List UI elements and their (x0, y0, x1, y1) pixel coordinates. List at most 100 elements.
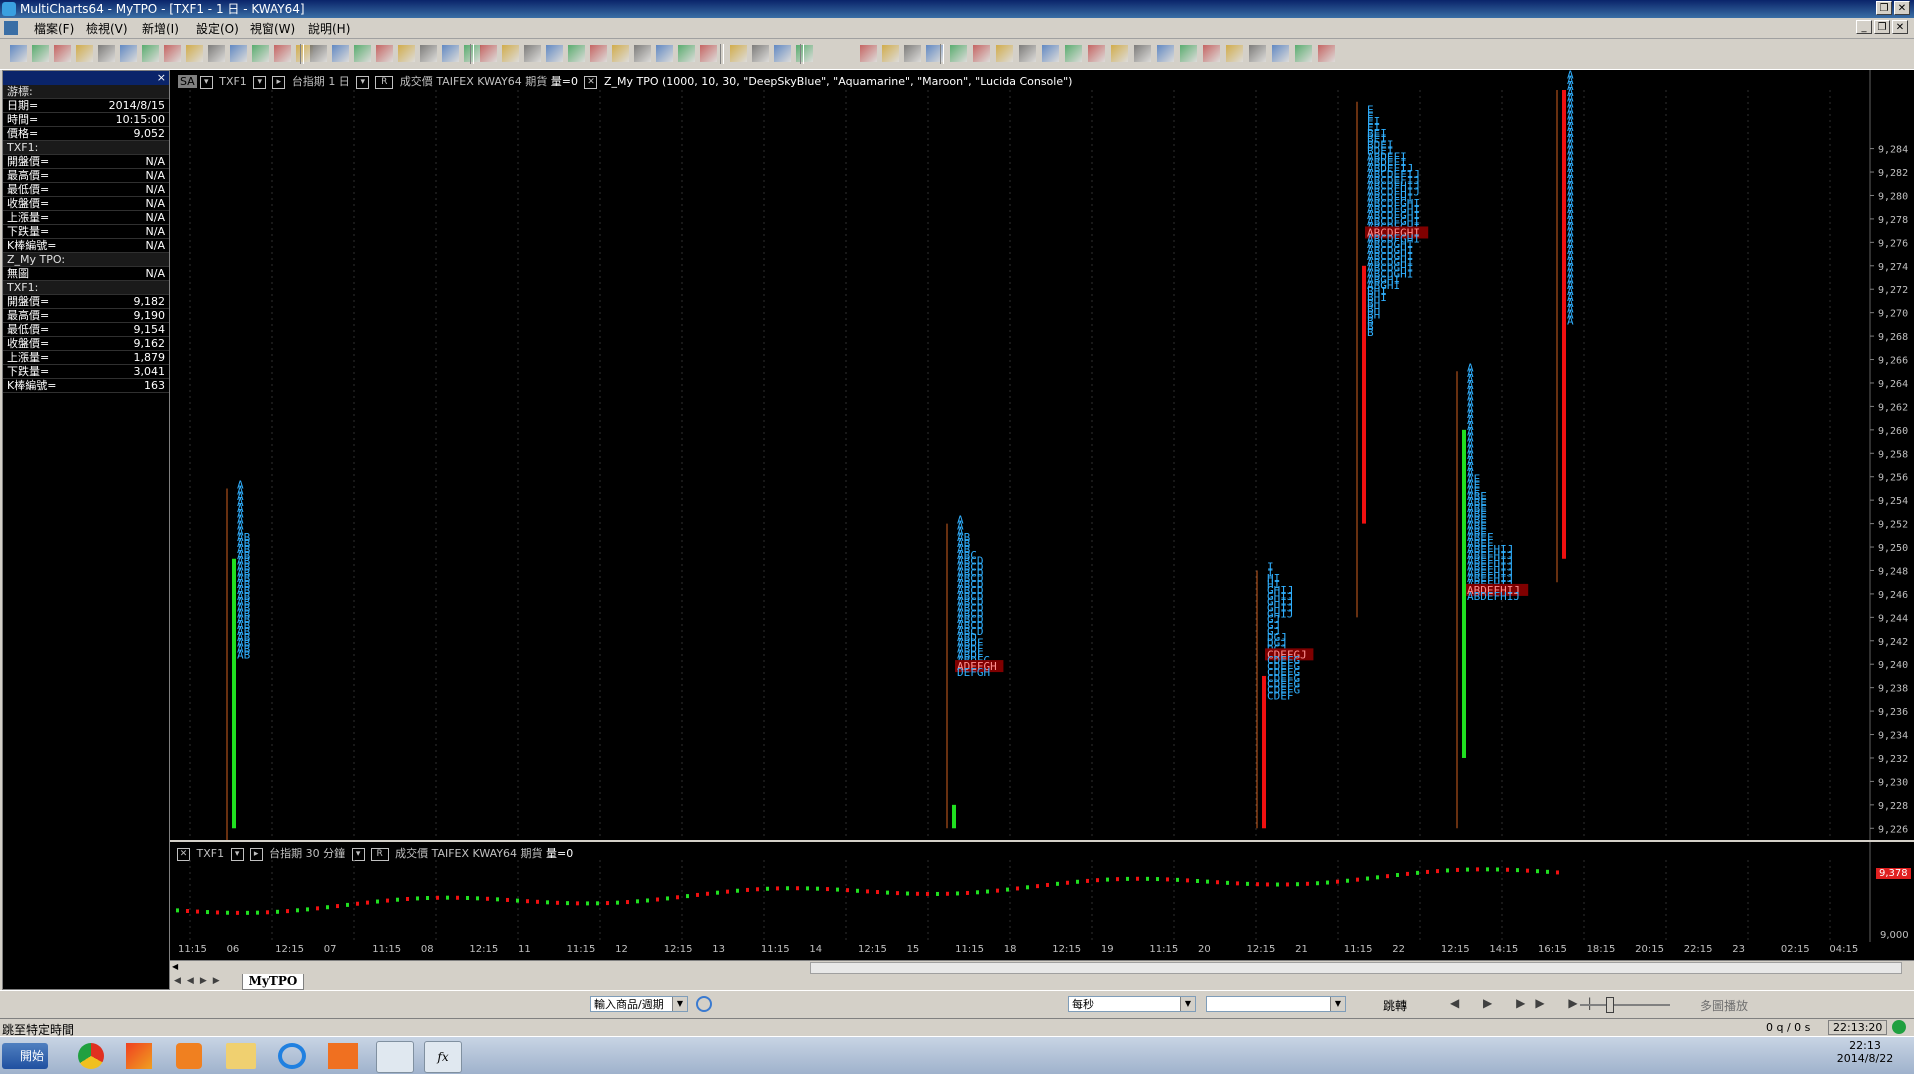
menu-settings[interactable]: 設定(O) (194, 20, 241, 37)
toolbar-button-icon[interactable] (678, 45, 695, 62)
date-combo[interactable]: ▼ (1206, 996, 1346, 1012)
toolbar-button-icon[interactable] (10, 45, 27, 62)
toolbar-button-icon[interactable] (860, 45, 877, 62)
toolbar-button-icon[interactable] (752, 45, 769, 62)
toolbar-button-icon[interactable] (1318, 45, 1335, 62)
toolbar-button-icon[interactable] (354, 45, 371, 62)
window-title: MultiCharts64 - MyTPO - [TXF1 - 1 日 - KW… (20, 2, 305, 16)
toolbar-button-icon[interactable] (996, 45, 1013, 62)
toolbar-button-icon[interactable] (590, 45, 607, 62)
toolbar-button-icon[interactable] (480, 45, 497, 62)
close-icon[interactable]: × (157, 71, 166, 84)
toolbar-button-icon[interactable] (164, 45, 181, 62)
toolbar-button-icon[interactable] (546, 45, 563, 62)
speed-slider[interactable] (1580, 1004, 1670, 1006)
toolbar-button-icon[interactable] (186, 45, 203, 62)
speed-slider-handle[interactable] (1606, 997, 1614, 1013)
fx-task[interactable]: fx (424, 1041, 462, 1073)
toolbar-button-icon[interactable] (904, 45, 921, 62)
toolbar-separator (300, 44, 304, 64)
menu-help[interactable]: 說明(H) (306, 20, 352, 37)
toolbar-button-icon[interactable] (524, 45, 541, 62)
toolbar-button-icon[interactable] (568, 45, 585, 62)
toolbar-button-icon[interactable] (1180, 45, 1197, 62)
toolbar-button-icon[interactable] (120, 45, 137, 62)
speed-combo[interactable]: 每秒 ▼ (1068, 996, 1196, 1012)
toolbar-button-icon[interactable] (1111, 45, 1128, 62)
toolbar-button-icon[interactable] (1065, 45, 1082, 62)
toolbar-button-icon[interactable] (332, 45, 349, 62)
toolbar-button-icon[interactable] (32, 45, 49, 62)
toolbar-button-icon[interactable] (774, 45, 791, 62)
toolbar-button-icon[interactable] (612, 45, 629, 62)
horizontal-scrollbar[interactable]: ◀ (170, 960, 1914, 975)
app-orange-icon[interactable] (328, 1043, 358, 1069)
toolbar-button-icon[interactable] (730, 45, 747, 62)
toolbar-button-icon[interactable] (973, 45, 990, 62)
toolbar-button-icon[interactable] (420, 45, 437, 62)
mini-bar (1076, 879, 1079, 884)
toolbar-button-icon[interactable] (1249, 45, 1266, 62)
time-axis-label: 11:15 (372, 944, 402, 955)
toolbar-button-icon[interactable] (882, 45, 899, 62)
toolbar-button-icon[interactable] (1019, 45, 1036, 62)
toolbar-button-icon[interactable] (76, 45, 93, 62)
toolbar-button-icon[interactable] (376, 45, 393, 62)
toolbar-button-icon[interactable] (208, 45, 225, 62)
mini-bar (676, 895, 679, 900)
toolbar-button-icon[interactable] (98, 45, 115, 62)
toolbar-button-icon[interactable] (796, 45, 813, 62)
toolbar-button-icon[interactable] (950, 45, 967, 62)
jump-button[interactable]: 跳轉 (1383, 997, 1407, 1014)
media-player-icon[interactable] (176, 1043, 202, 1069)
time-axis-label: 04:15 (1829, 944, 1859, 955)
replay-controls[interactable]: ◀ ▶ ▶▶ ▶| (1450, 996, 1602, 1010)
child-restore-button[interactable]: ❐ (1874, 20, 1890, 34)
toolbar-button-icon[interactable] (656, 45, 673, 62)
toolbar-button-icon[interactable] (310, 45, 327, 62)
toolbar-button-icon[interactable] (274, 45, 291, 62)
data-row: K棒編號= N/A (3, 239, 169, 253)
child-close-button[interactable]: ✕ (1892, 20, 1908, 34)
toolbar-button-icon[interactable] (142, 45, 159, 62)
toolbar-button-icon[interactable] (1088, 45, 1105, 62)
tab-nav-icon[interactable]: ◀◀▶▶ (174, 976, 226, 986)
restore-button[interactable]: ❐ (1876, 1, 1892, 15)
toolbar-button-icon[interactable] (502, 45, 519, 62)
toolbar-button-icon[interactable] (1226, 45, 1243, 62)
scroll-thumb[interactable] (810, 962, 1902, 974)
multicharts-task[interactable] (376, 1041, 414, 1073)
explorer-icon[interactable] (226, 1043, 256, 1069)
close-button[interactable]: ✕ (1894, 1, 1910, 15)
scroll-left-icon[interactable]: ◀ (172, 962, 182, 972)
clock-icon[interactable] (696, 996, 712, 1012)
symbol-combo[interactable]: 輸入商品/週期 ▼ (590, 996, 688, 1012)
chrome-icon[interactable] (78, 1043, 104, 1069)
office-icon[interactable] (126, 1043, 152, 1069)
child-minimize-button[interactable]: _ (1856, 20, 1872, 34)
ie-icon[interactable] (278, 1043, 306, 1069)
toolbar-button-icon[interactable] (1272, 45, 1289, 62)
menu-insert[interactable]: 新增(I) (140, 20, 181, 37)
toolbar-button-icon[interactable] (54, 45, 71, 62)
data-row-label: 下跌量= (7, 225, 50, 238)
menu-file[interactable]: 檔案(F) (32, 20, 76, 37)
toolbar-button-icon[interactable] (442, 45, 459, 62)
toolbar-button-icon[interactable] (1295, 45, 1312, 62)
tab-mytpo[interactable]: MyTPO (242, 974, 304, 990)
sub-chart[interactable]: ✕ TXF1 ▾ ▸ 台指期 30 分鐘 ▾ R 成交價 TAIFEX KWAY64… (170, 842, 1914, 954)
toolbar-button-icon[interactable] (1203, 45, 1220, 62)
toolbar-button-icon[interactable] (1157, 45, 1174, 62)
menu-view[interactable]: 檢視(V) (84, 20, 130, 37)
toolbar-button-icon[interactable] (398, 45, 415, 62)
multi-replay-button[interactable]: 多圖播放 (1700, 997, 1748, 1014)
toolbar-button-icon[interactable] (1042, 45, 1059, 62)
toolbar-button-icon[interactable] (230, 45, 247, 62)
toolbar-button-icon[interactable] (252, 45, 269, 62)
toolbar-button-icon[interactable] (634, 45, 651, 62)
menu-window[interactable]: 視窗(W) (248, 20, 297, 37)
toolbar-button-icon[interactable] (700, 45, 717, 62)
main-chart[interactable]: SA ▾ TXF1 ▾ ▸ 台指期 1 日 ▾ R 成交價 TAIFEX KWAY64… (170, 70, 1914, 840)
start-button[interactable]: 開始 (2, 1043, 48, 1069)
toolbar-button-icon[interactable] (1134, 45, 1151, 62)
